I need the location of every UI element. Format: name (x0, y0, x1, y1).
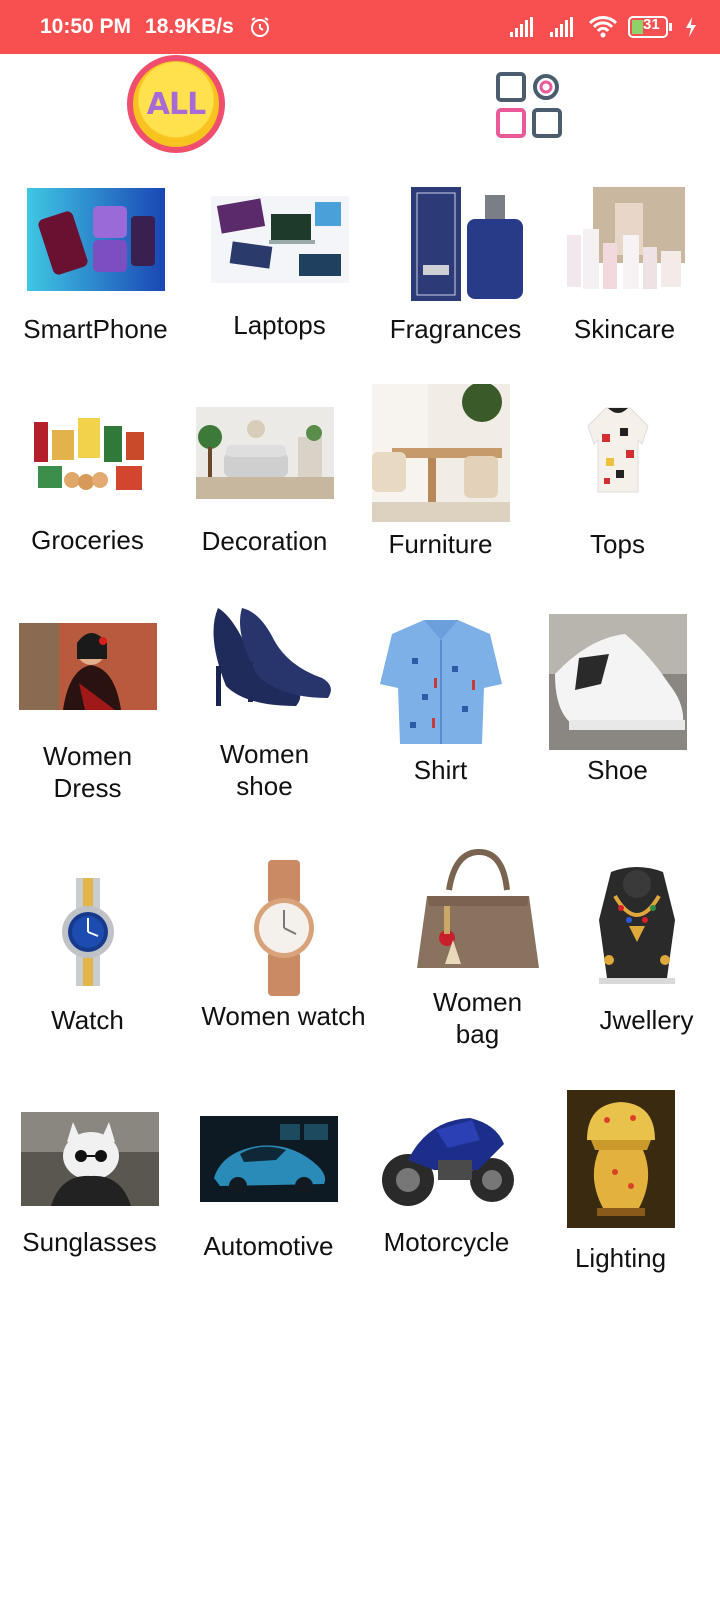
status-time: 10:50 PM (40, 15, 132, 38)
shirt-image (371, 614, 510, 750)
jwellery-image (590, 866, 683, 984)
category-label: SmartPhone (23, 314, 168, 344)
category-label: Women watch (201, 1001, 366, 1031)
all-label: ALL (146, 86, 206, 122)
signal-icon (508, 16, 538, 38)
lighting-image (566, 1090, 675, 1228)
category-women-shoe[interactable]: Women shoe (177, 606, 352, 802)
category-label: Fragrances (389, 314, 522, 344)
category-furniture[interactable]: Furniture (353, 384, 528, 560)
category-decoration[interactable]: Decoration (177, 407, 352, 557)
category-label: Jwellery (599, 1005, 694, 1035)
category-label: Groceries (31, 525, 144, 555)
category-label: Skincare (573, 314, 676, 344)
smartphone-image (26, 188, 165, 291)
automotive-image (199, 1116, 338, 1202)
category-motorcycle[interactable]: Motorcycle (359, 1100, 534, 1258)
category-label: Sunglasses (22, 1227, 157, 1257)
category-label: Decoration (201, 526, 328, 556)
women-watch-image (253, 860, 314, 996)
furniture-image (371, 384, 510, 522)
categories-grid-button[interactable] (480, 60, 578, 150)
category-shoe[interactable]: Shoe (530, 614, 705, 786)
alarm-icon (248, 15, 272, 39)
groceries-image (25, 412, 150, 498)
shoe-image (548, 614, 687, 750)
category-label: Lighting (574, 1243, 667, 1273)
signal-icon-2 (548, 16, 578, 38)
category-sunglasses[interactable]: Sunglasses (2, 1112, 177, 1258)
category-label: Watch (51, 1005, 124, 1035)
women-dress-image (18, 623, 157, 710)
category-automotive[interactable]: Automotive (181, 1116, 356, 1262)
category-label: Women Dress (42, 741, 133, 803)
category-groceries[interactable]: Groceries (0, 412, 175, 556)
sunglasses-image (20, 1112, 159, 1206)
motorcycle-image (377, 1100, 516, 1212)
category-label: Women bag (432, 987, 523, 1049)
category-label: Laptops (233, 310, 326, 340)
category-shirt[interactable]: Shirt (353, 614, 528, 786)
watch-image (61, 878, 114, 986)
women-shoe-image (213, 608, 331, 706)
category-label: Shoe (587, 755, 648, 785)
battery-level: 31 (643, 16, 660, 33)
category-label: Automotive (203, 1231, 334, 1261)
category-women-dress[interactable]: Women Dress (0, 623, 175, 804)
category-tops[interactable]: Tops (530, 404, 705, 560)
charging-icon (684, 16, 698, 38)
skincare-image (562, 185, 687, 293)
decoration-image (195, 407, 334, 499)
category-label: Furniture (388, 529, 493, 559)
category-label: Tops (590, 529, 645, 559)
category-smartphone[interactable]: SmartPhone (8, 188, 183, 345)
category-lighting[interactable]: Lighting (533, 1090, 708, 1274)
fragrances-image (386, 185, 525, 303)
category-laptops[interactable]: Laptops (192, 196, 367, 341)
laptops-image (210, 196, 349, 283)
category-fragrances[interactable]: Fragrances (368, 185, 543, 345)
status-bar: 10:50 PM 18.9KB/s 31 (0, 0, 720, 54)
categories-grid-icon (496, 72, 562, 138)
women-bag-image (408, 846, 547, 978)
category-jwellery[interactable]: Jwellery (549, 866, 720, 1036)
battery-icon: 31 (628, 15, 674, 39)
category-skincare[interactable]: Skincare (537, 185, 712, 345)
category-women-watch[interactable]: Women watch (196, 860, 371, 1032)
category-label: Shirt (413, 755, 468, 785)
category-watch[interactable]: Watch (0, 878, 175, 1036)
wifi-icon (588, 15, 618, 39)
category-label: Motorcycle (383, 1227, 510, 1257)
status-network-speed: 18.9KB/s (145, 15, 234, 38)
all-categories-button[interactable]: ALL (127, 55, 225, 153)
category-label: Women shoe (219, 739, 310, 801)
tops-image (586, 407, 649, 493)
category-women-bag[interactable]: Women bag (390, 846, 565, 1050)
